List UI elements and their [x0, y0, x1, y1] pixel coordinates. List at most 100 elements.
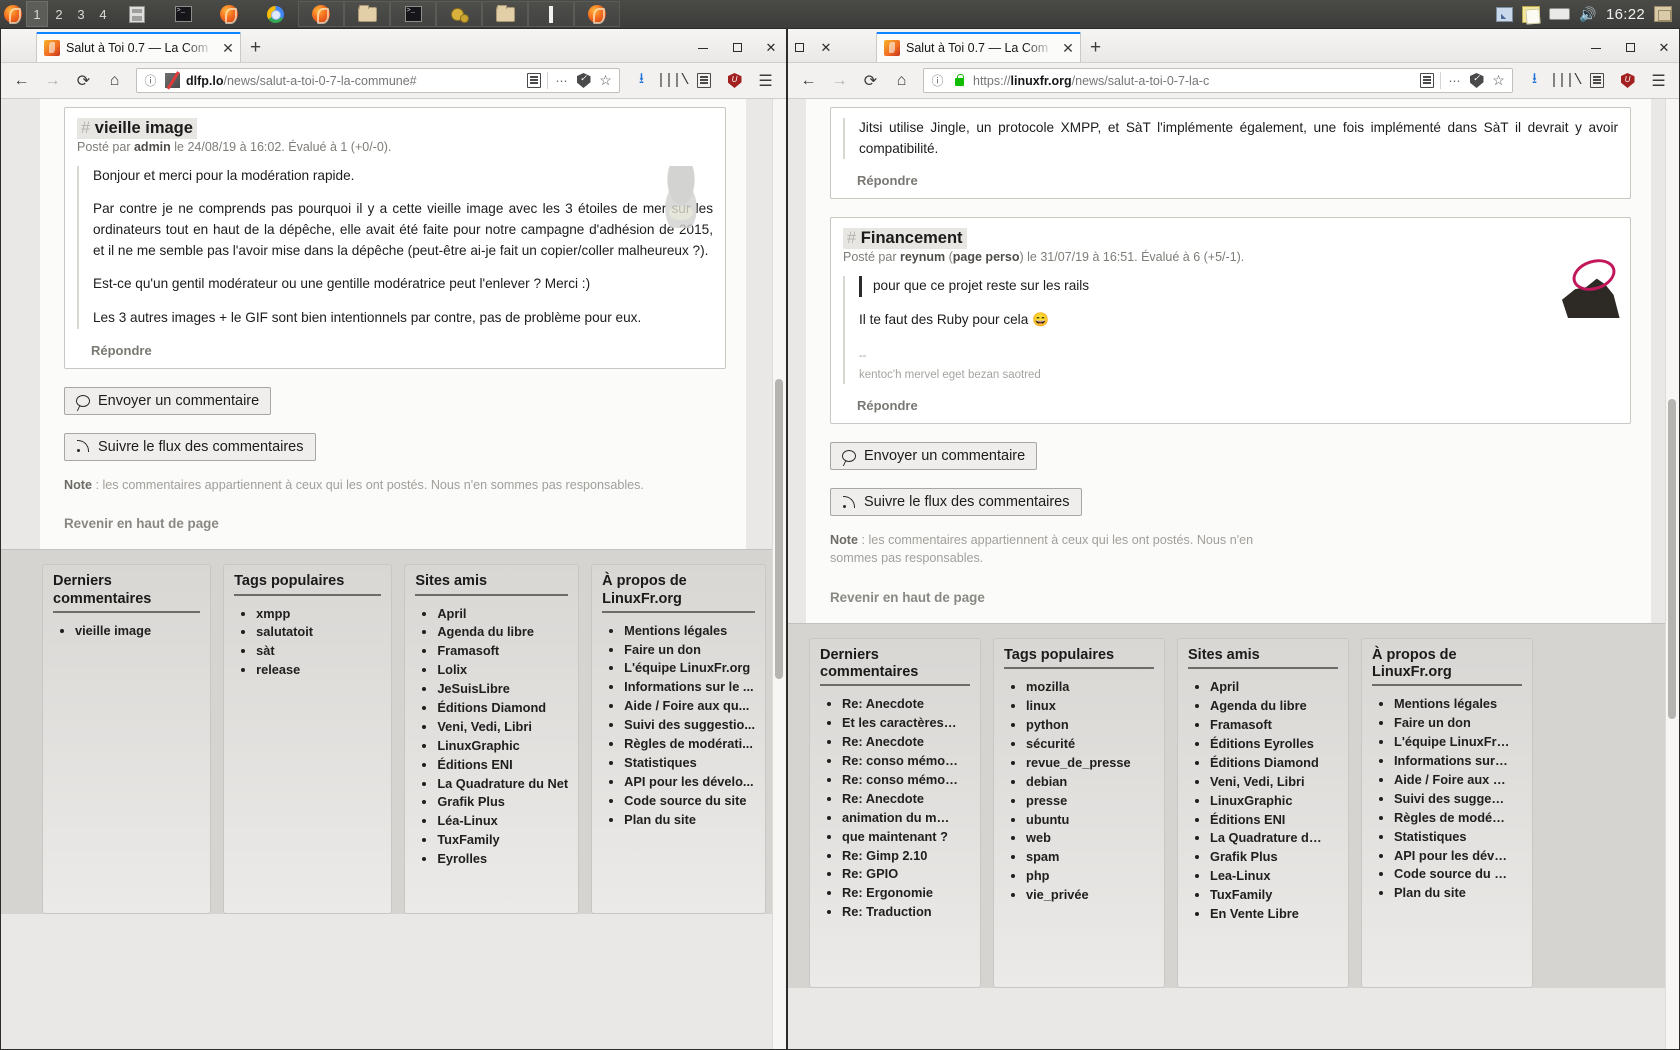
list-item[interactable]: Re: Anecdote — [842, 791, 970, 808]
list-item[interactable]: Statistiques — [1394, 829, 1522, 846]
list-item[interactable]: Statistiques — [624, 755, 755, 772]
close-tab-icon[interactable]: ✕ — [1060, 40, 1076, 57]
browser-tab-left[interactable]: Salut à Toi 0.7 — La Com ✕ — [36, 32, 241, 62]
volume-icon[interactable]: 🔊 — [1579, 6, 1597, 22]
list-item[interactable]: Code source du site — [624, 793, 755, 810]
list-item[interactable]: sàt — [256, 643, 381, 660]
minimize-button[interactable] — [1589, 41, 1603, 55]
comment-author[interactable]: admin — [134, 140, 171, 154]
list-item[interactable]: Grafik Plus — [437, 794, 568, 811]
list-item[interactable]: spam — [1026, 849, 1154, 866]
list-item[interactable]: TuxFamily — [1210, 887, 1338, 904]
list-item[interactable]: L'équipe LinuxFr… — [1394, 734, 1522, 751]
follow-feed-button[interactable]: Suivre le flux des commentaires — [64, 432, 316, 461]
list-item[interactable]: Suivi des sugge… — [1394, 791, 1522, 808]
minimize-button[interactable] — [696, 41, 710, 55]
list-item[interactable]: debian — [1026, 774, 1154, 791]
list-item[interactable]: Mentions légales — [624, 623, 755, 640]
workspace-4[interactable]: 4 — [92, 1, 114, 27]
list-item[interactable]: La Quadrature d… — [1210, 830, 1338, 847]
list-item[interactable]: Re: conso mémo… — [842, 772, 970, 789]
list-item[interactable]: API pour les dév… — [1394, 848, 1522, 865]
sidebar-icon[interactable] — [690, 67, 717, 94]
noscript-icon[interactable] — [164, 72, 181, 89]
new-tab-button[interactable]: + — [250, 38, 261, 57]
list-item[interactable]: xmpp — [256, 606, 381, 623]
start-menu-button[interactable] — [0, 1, 26, 27]
list-item[interactable]: Re: Ergonomie — [842, 885, 970, 902]
taskbar-window-terminal-2[interactable]: >_ — [390, 1, 436, 27]
back-button[interactable]: ← — [795, 67, 822, 94]
padlock-icon[interactable] — [951, 72, 968, 89]
new-tab-button[interactable]: + — [1090, 38, 1101, 57]
downloads-icon[interactable]: ⭳ — [1521, 67, 1548, 94]
back-button[interactable]: ← — [8, 67, 35, 94]
list-item[interactable]: April — [437, 606, 568, 623]
back-to-top-link[interactable]: Revenir en haut de page — [830, 590, 1651, 605]
list-item[interactable]: April — [1210, 679, 1338, 696]
follow-feed-button[interactable]: Suivre le flux des commentaires — [830, 488, 1082, 517]
list-item[interactable]: Re: Anecdote — [842, 696, 970, 713]
forward-button[interactable]: → — [826, 67, 853, 94]
list-item[interactable]: Veni, Vedi, Libri — [1210, 774, 1338, 791]
list-item[interactable]: Léa-Linux — [437, 813, 568, 830]
downloads-icon[interactable]: ⭳ — [628, 67, 655, 94]
list-item[interactable]: mozilla — [1026, 679, 1154, 696]
list-item[interactable]: Éditions Diamond — [1210, 755, 1338, 772]
maximize-button-ghost[interactable] — [792, 41, 806, 55]
list-item[interactable]: Re: Gimp 2.10 — [842, 848, 970, 865]
list-item[interactable]: Informations sur le ... — [624, 679, 755, 696]
comment-author[interactable]: reynum — [900, 250, 945, 264]
list-item[interactable]: revue_de_presse — [1026, 755, 1154, 772]
workspace-1[interactable]: 1 — [26, 1, 48, 27]
list-item[interactable]: Re: Traduction — [842, 904, 970, 921]
page-actions-icon[interactable]: ⋯ — [1446, 72, 1463, 89]
list-item[interactable]: Informations sur… — [1394, 753, 1522, 770]
taskbar-window-firefox[interactable] — [206, 1, 252, 27]
list-item[interactable]: web — [1026, 830, 1154, 847]
comment-title[interactable]: # vieille image — [77, 118, 197, 139]
list-item[interactable]: Veni, Vedi, Libri — [437, 719, 568, 736]
notes-icon[interactable] — [1521, 5, 1540, 23]
list-item[interactable]: Éditions ENI — [437, 757, 568, 774]
taskbar-window-editor[interactable] — [528, 1, 574, 27]
taskbar-window-folder[interactable] — [344, 1, 390, 27]
list-item[interactable]: que maintenant ? — [842, 829, 970, 846]
list-item[interactable]: LinuxGraphic — [1210, 793, 1338, 810]
pocket-icon[interactable] — [575, 72, 592, 89]
list-item[interactable]: ubuntu — [1026, 812, 1154, 829]
home-button[interactable]: ⌂ — [101, 67, 128, 94]
close-tab-icon[interactable]: ✕ — [220, 40, 236, 57]
reply-link[interactable]: Répondre — [857, 398, 1618, 413]
list-item[interactable]: Éditions ENI — [1210, 812, 1338, 829]
list-item[interactable]: L'équipe LinuxFr.org — [624, 660, 755, 677]
reply-link[interactable]: Répondre — [857, 173, 1618, 188]
list-item[interactable]: Faire un don — [624, 642, 755, 659]
taskbar-window-firefox-3[interactable] — [574, 1, 620, 27]
ublock-icon[interactable] — [1614, 67, 1641, 94]
list-item[interactable]: Règles de modé… — [1394, 810, 1522, 827]
forward-button[interactable]: → — [39, 67, 66, 94]
page-scrollbar-left[interactable] — [772, 99, 786, 1049]
ublock-icon[interactable] — [721, 67, 748, 94]
reply-link[interactable]: Répondre — [91, 343, 713, 358]
list-item[interactable]: Mentions légales — [1394, 696, 1522, 713]
list-item[interactable]: Code source du … — [1394, 866, 1522, 883]
drive-icon[interactable] — [1548, 8, 1570, 20]
send-comment-button[interactable]: Envoyer un commentaire — [830, 442, 1038, 471]
list-item[interactable]: Éditions Eyrolles — [1210, 736, 1338, 753]
list-item[interactable]: Suivi des suggestio... — [624, 717, 755, 734]
scrollbar-thumb[interactable] — [1668, 399, 1676, 719]
list-item[interactable]: sécurité — [1026, 736, 1154, 753]
taskbar-window-files[interactable] — [114, 1, 160, 27]
taskbar-window-folder-2[interactable] — [482, 1, 528, 27]
maximize-button[interactable] — [1623, 41, 1637, 55]
list-item[interactable]: Aide / Foire aux … — [1394, 772, 1522, 789]
reader-mode-icon[interactable] — [1418, 72, 1435, 89]
bookmark-star-icon[interactable]: ☆ — [1490, 72, 1507, 89]
address-bar-right[interactable]: ⓘ https://linuxfr.org/news/salut-a-toi-0… — [923, 68, 1513, 93]
page-actions-icon[interactable]: ⋯ — [553, 72, 570, 89]
taskbar-window-terminal[interactable]: >_ — [160, 1, 206, 27]
list-item[interactable]: linux — [1026, 698, 1154, 715]
list-item[interactable]: vie_privée — [1026, 887, 1154, 904]
